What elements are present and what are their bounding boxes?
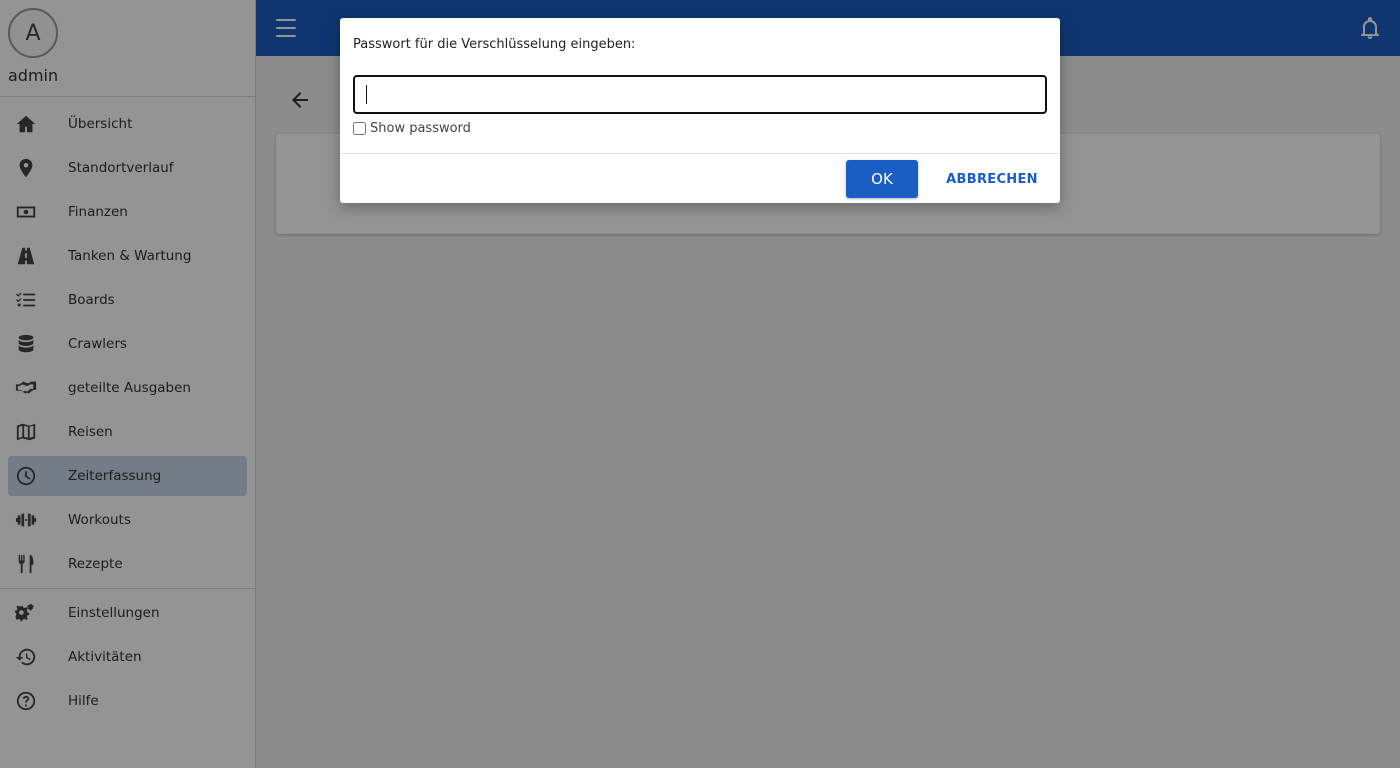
password-dialog: Passwort für die Verschlüsselung eingebe… — [340, 18, 1060, 203]
show-password-label: Show password — [370, 121, 471, 136]
text-caret — [366, 85, 367, 104]
dialog-prompt: Passwort für die Verschlüsselung eingebe… — [353, 37, 636, 52]
show-password-toggle[interactable]: Show password — [353, 121, 471, 136]
show-password-checkbox[interactable] — [353, 122, 366, 135]
cancel-button[interactable]: ABBRECHEN — [938, 160, 1046, 198]
dialog-divider — [340, 153, 1060, 154]
password-input[interactable] — [353, 75, 1047, 114]
ok-button[interactable]: OK — [846, 160, 918, 198]
